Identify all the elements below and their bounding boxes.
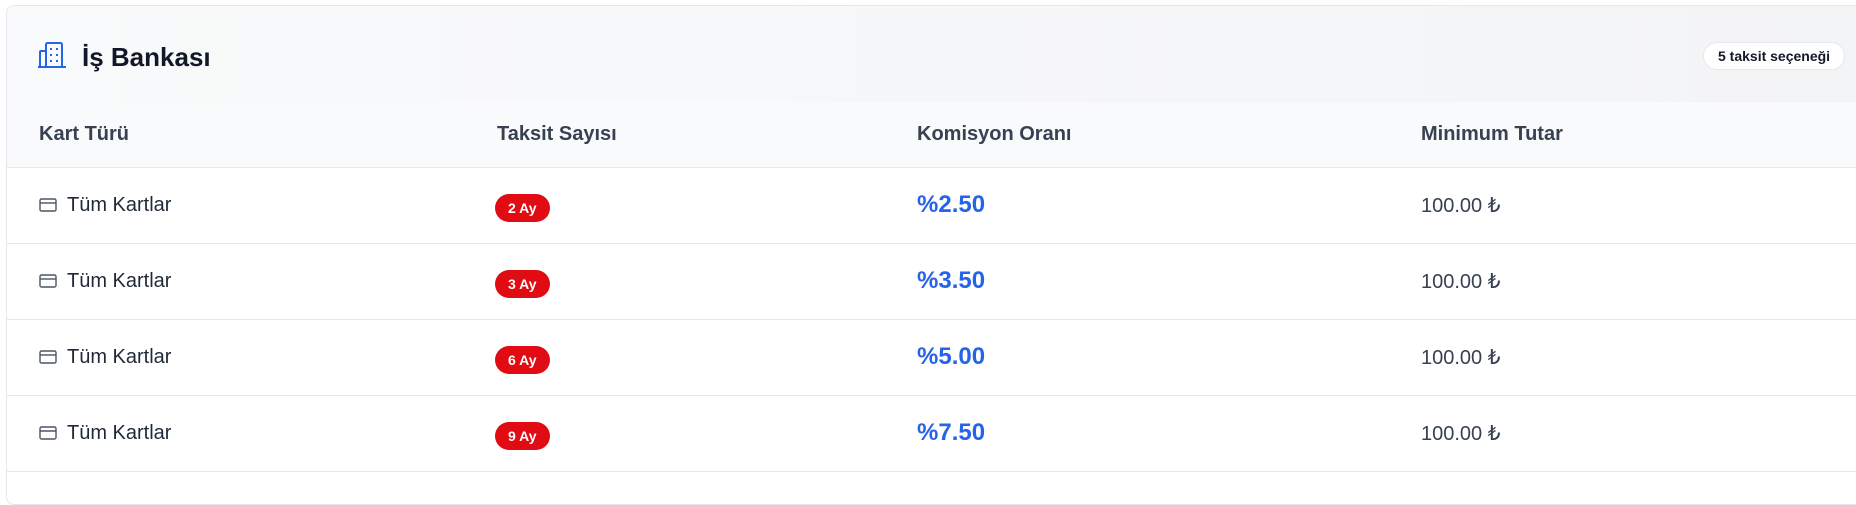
credit-card-icon [39,350,57,364]
header-min-amount: Minimum Tutar [1421,122,1563,145]
installment-count-badge: 5 taksit seçeneği [1703,42,1846,70]
table-row: Tüm Kartlar 3 Ay %3.50 100.00 ₺ [7,243,1856,319]
card-type-label: Tüm Kartlar [67,345,172,368]
card-type-cell: Tüm Kartlar [39,346,497,369]
card-header: İş Bankası 5 taksit seçeneği [7,6,1856,102]
bank-installment-card: İş Bankası 5 taksit seçeneği Kart Türü T… [6,5,1856,505]
installment-pill: 9 Ay [495,422,550,450]
commission-rate: %2.50 [917,191,986,218]
card-type-label: Tüm Kartlar [67,269,172,292]
installment-pill: 6 Ay [495,346,550,374]
card-type-label: Tüm Kartlar [67,193,172,216]
table-row: Tüm Kartlar 9 Ay %7.50 100.00 ₺ [7,395,1856,471]
minimum-amount: 100.00 ₺ [1421,270,1501,293]
header-card-type: Kart Türü [39,122,129,145]
credit-card-icon [39,198,57,212]
bank-title: İş Bankası [82,42,211,72]
header-commission: Komisyon Oranı [917,122,1072,145]
installment-table: Kart Türü Taksit Sayısı Komisyon Oranı M… [7,102,1856,472]
building-icon [38,42,66,68]
commission-rate: %5.00 [917,343,986,370]
installment-pill: 3 Ay [495,270,550,298]
credit-card-icon [39,274,57,288]
minimum-amount: 100.00 ₺ [1421,194,1501,217]
installment-pill: 2 Ay [495,194,550,222]
header-installments: Taksit Sayısı [497,122,617,145]
card-type-cell: Tüm Kartlar [39,422,497,445]
minimum-amount: 100.00 ₺ [1421,422,1501,445]
card-type-label: Tüm Kartlar [67,421,172,444]
commission-rate: %3.50 [917,267,986,294]
minimum-amount: 100.00 ₺ [1421,346,1501,369]
table-row: Tüm Kartlar 2 Ay %2.50 100.00 ₺ [7,167,1856,243]
card-type-cell: Tüm Kartlar [39,194,497,217]
card-type-cell: Tüm Kartlar [39,270,497,293]
table-header-row: Kart Türü Taksit Sayısı Komisyon Oranı M… [7,102,1856,167]
commission-rate: %7.50 [917,419,986,446]
credit-card-icon [39,426,57,440]
table-row: Tüm Kartlar 6 Ay %5.00 100.00 ₺ [7,319,1856,395]
